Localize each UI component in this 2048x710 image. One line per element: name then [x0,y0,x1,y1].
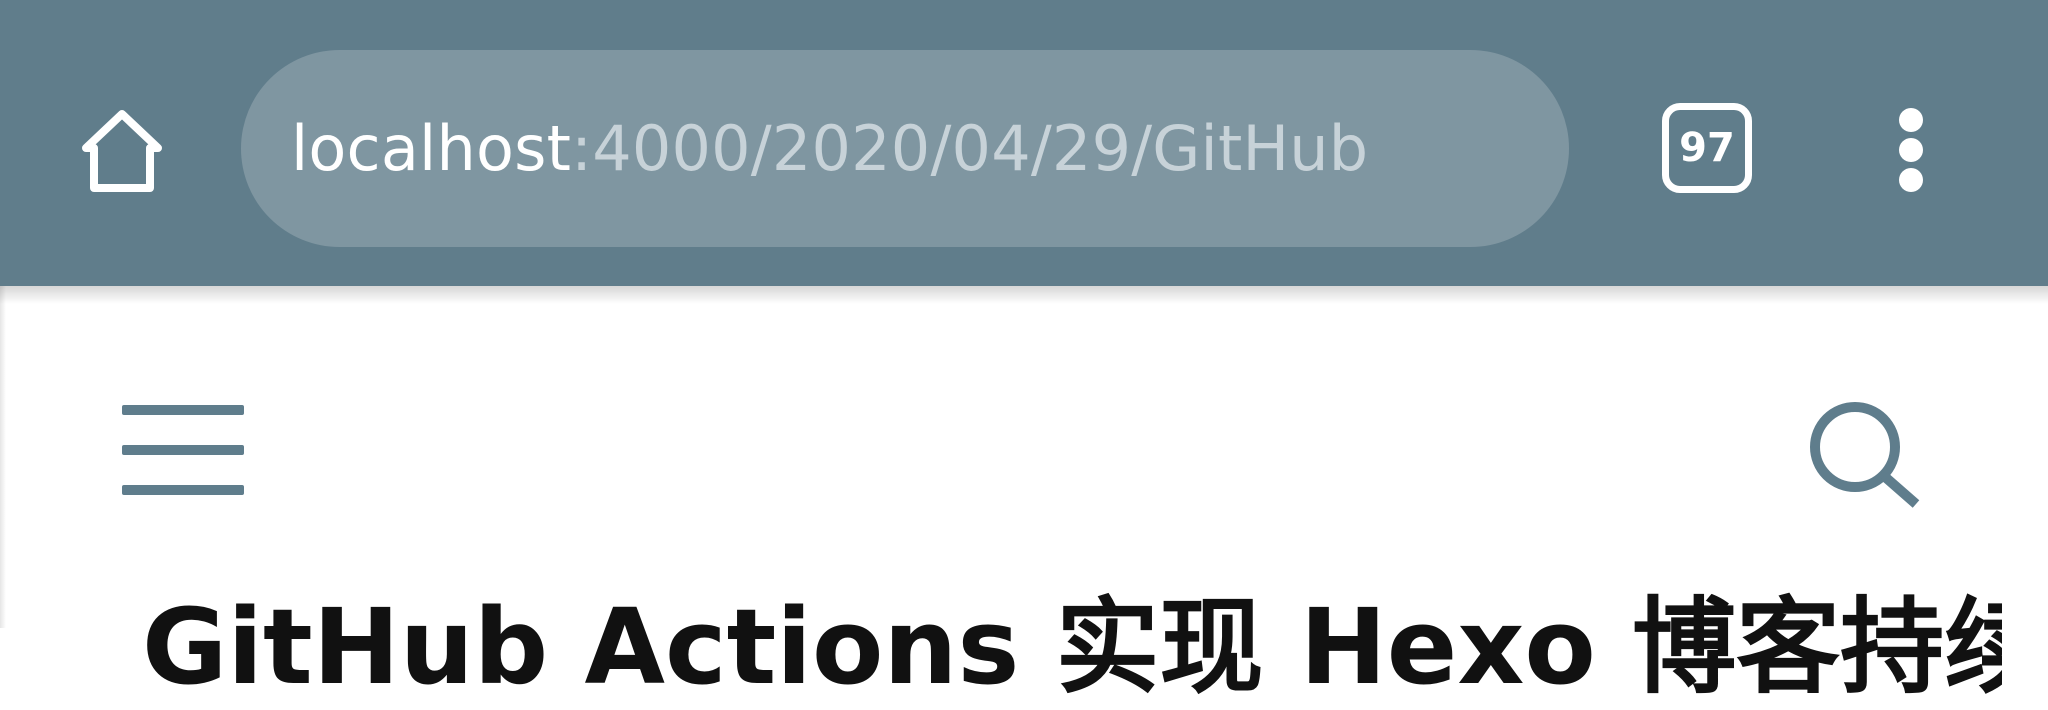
tab-count: 97 [1679,125,1735,171]
home-icon [82,110,162,192]
more-vert-icon[interactable] [1880,100,1942,200]
address-bar-url[interactable]: localhost:4000/2020/04/29/GitHub [291,112,1521,185]
tab-switcher-button[interactable]: 97 [1662,103,1752,193]
browser-toolbar: localhost:4000/2020/04/29/GitHub 97 [0,0,2048,286]
menu-dot [1899,168,1923,192]
content-edge-shadow [0,286,6,628]
menu-dot [1899,108,1923,132]
menu-icon[interactable] [118,400,250,500]
toolbar-shadow [0,286,2048,304]
url-path: :4000/2020/04/29/GitHub [571,112,1369,185]
url-host: localhost [291,112,572,185]
page-title: GitHub Actions 实现 Hexo 博客持续 [142,586,2002,708]
menu-bar [122,445,244,455]
menu-bar [122,485,244,495]
home-button[interactable] [72,102,172,198]
address-bar[interactable]: localhost:4000/2020/04/29/GitHub [241,50,1569,247]
search-icon [1810,402,1920,508]
menu-bar [122,405,244,415]
menu-dot [1899,138,1923,162]
search-button[interactable] [1808,400,1926,510]
